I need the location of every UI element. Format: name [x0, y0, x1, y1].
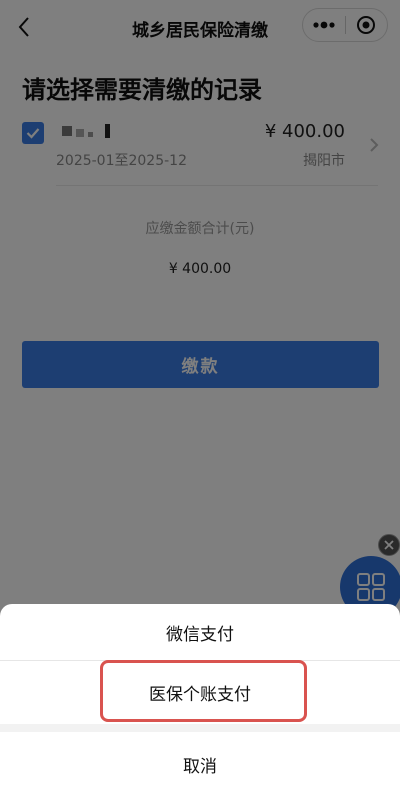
sheet-gap	[0, 724, 400, 732]
highlight-box	[100, 660, 307, 722]
payment-page: 城乡居民保险清缴 请选择需要清缴的记录	[0, 0, 400, 802]
cancel-option[interactable]: 取消	[0, 734, 400, 794]
wechat-pay-option[interactable]: 微信支付	[0, 604, 400, 660]
